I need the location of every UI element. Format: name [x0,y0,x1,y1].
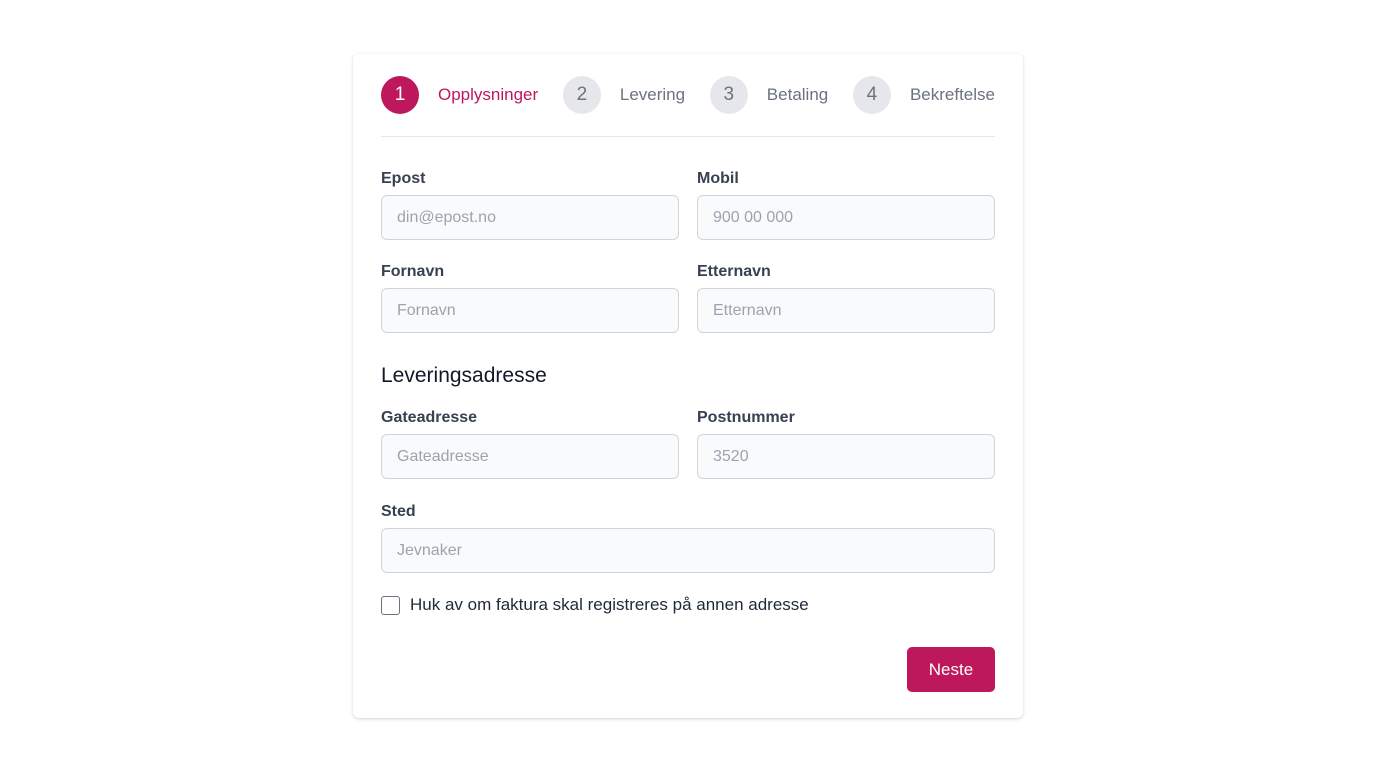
address-row: Gateadresse Postnummer [381,408,995,479]
step-number: 1 [381,76,419,114]
next-button[interactable]: Neste [907,647,995,692]
email-group: Epost [381,169,679,240]
step-label: Bekreftelse [909,85,995,104]
checkout-stepper: 1 Opplysninger 2 Levering 3 Betaling 4 B… [381,54,995,137]
form-actions: Neste [381,647,995,692]
postal-code-group: Postnummer [697,408,995,479]
step-bekreftelse[interactable]: 4 Bekreftelse [852,76,995,114]
invoice-address-label[interactable]: Huk av om faktura skal registreres på an… [410,595,809,615]
first-name-group: Fornavn [381,262,679,333]
city-group: Sted [381,502,995,573]
street-label: Gateadresse [381,409,478,426]
step-number: 2 [562,76,601,114]
step-levering[interactable]: 2 Levering [562,76,686,114]
first-name-input[interactable] [381,288,679,333]
last-name-label: Etternavn [697,263,771,280]
checkout-content: 1 Opplysninger 2 Levering 3 Betaling 4 B… [381,54,995,692]
email-label: Epost [381,170,426,187]
checkout-card: 1 Opplysninger 2 Levering 3 Betaling 4 B… [353,54,1023,718]
postal-code-label: Postnummer [697,409,795,426]
contact-row: Epost Mobil [381,169,995,240]
email-input[interactable] [381,195,679,240]
mobile-group: Mobil [697,169,995,240]
city-label: Sted [381,503,416,520]
step-betaling[interactable]: 3 Betaling [709,76,829,114]
step-number: 3 [709,76,748,114]
street-group: Gateadresse [381,408,679,479]
step-opplysninger[interactable]: 1 Opplysninger [381,76,538,114]
postal-code-input[interactable] [697,434,995,479]
city-row: Sted [381,502,995,573]
first-name-label: Fornavn [381,263,445,280]
step-label: Opplysninger [438,85,539,104]
name-row: Fornavn Etternavn [381,262,995,333]
mobile-input[interactable] [697,195,995,240]
invoice-address-checkbox[interactable] [381,595,400,615]
invoice-address-option: Huk av om faktura skal registreres på an… [381,595,995,615]
step-label: Levering [619,85,686,104]
last-name-input[interactable] [697,288,995,333]
step-number: 4 [852,76,891,114]
delivery-address-heading: Leveringsadresse [381,364,547,387]
mobile-label: Mobil [697,170,739,187]
street-input[interactable] [381,434,679,479]
city-input[interactable] [381,528,995,573]
last-name-group: Etternavn [697,262,995,333]
step-label: Betaling [766,85,829,104]
